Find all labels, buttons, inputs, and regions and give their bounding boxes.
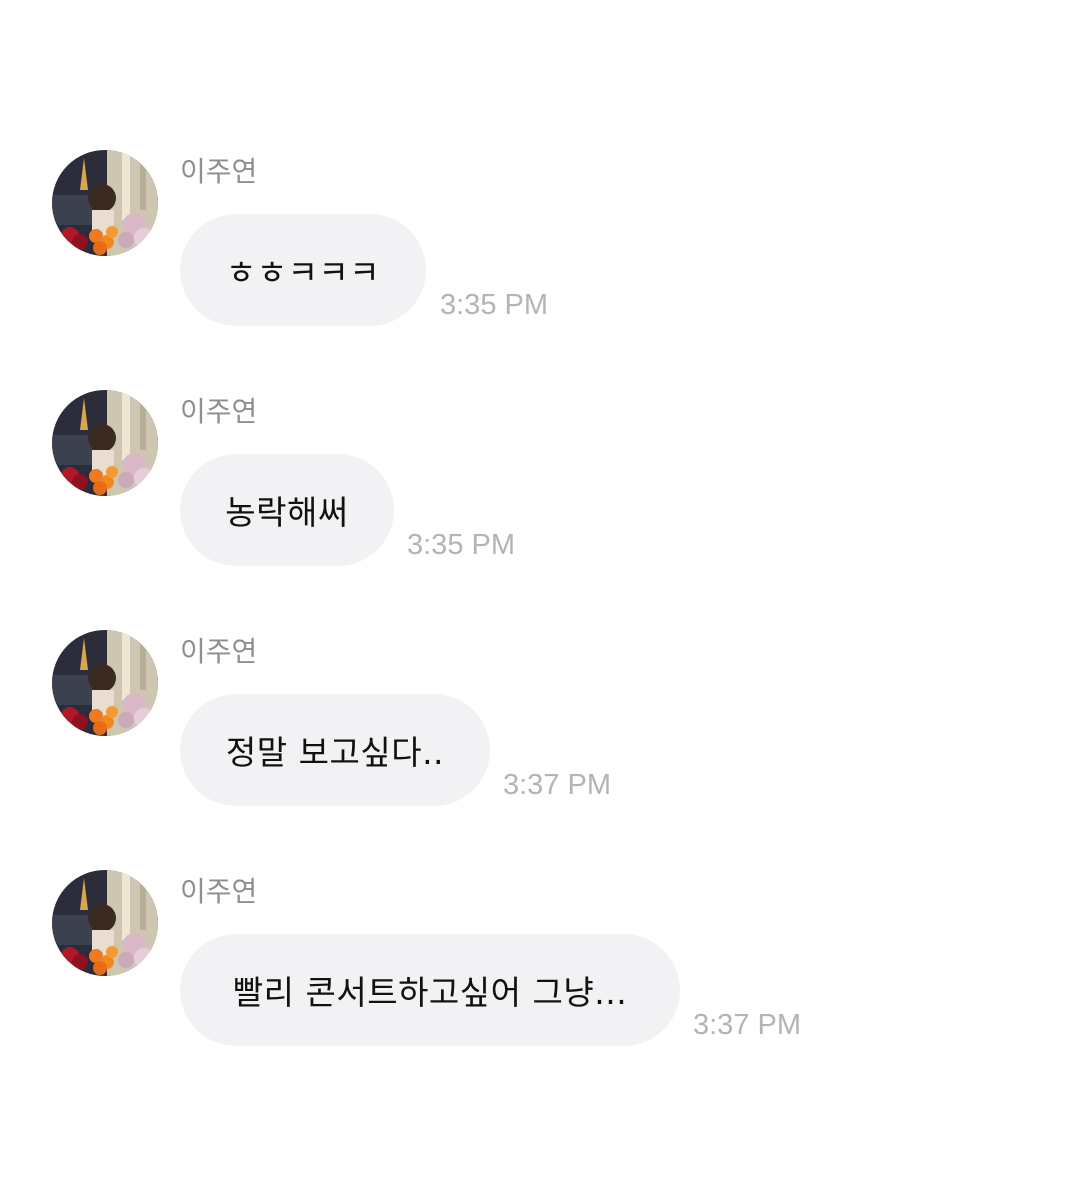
message-timestamp: 3:37 PM (693, 1009, 801, 1041)
message-timestamp: 3:37 PM (503, 769, 611, 801)
avatar-photo-icon (52, 390, 158, 496)
sender-name: 이주연 (180, 875, 258, 908)
chat-message: 이주연 ㅎㅎㅋㅋㅋ 3:35 PM (0, 150, 1067, 340)
message-timestamp: 3:35 PM (440, 289, 548, 321)
sender-name: 이주연 (180, 635, 258, 668)
message-bubble[interactable]: 정말 보고싶다.. (180, 694, 490, 806)
avatar-photo-icon (52, 630, 158, 736)
chat-message: 이주연 정말 보고싶다.. 3:37 PM (0, 630, 1067, 820)
sender-name: 이주연 (180, 395, 258, 428)
sender-avatar[interactable] (52, 390, 158, 496)
sender-avatar[interactable] (52, 630, 158, 736)
message-text: 농락해써 (225, 493, 349, 532)
message-text: 정말 보고싶다.. (225, 733, 445, 772)
message-bubble[interactable]: ㅎㅎㅋㅋㅋ (180, 214, 426, 326)
chat-message: 이주연 농락해써 3:35 PM (0, 390, 1067, 580)
message-timestamp: 3:35 PM (407, 529, 515, 561)
sender-avatar[interactable] (52, 870, 158, 976)
avatar-photo-icon (52, 150, 158, 256)
chat-message: 이주연 빨리 콘서트하고싶어 그냥... 3:37 PM (0, 870, 1067, 1060)
avatar-photo-icon (52, 870, 158, 976)
message-text: ㅎㅎㅋㅋㅋ (225, 253, 381, 292)
sender-avatar[interactable] (52, 150, 158, 256)
message-bubble[interactable]: 농락해써 (180, 454, 394, 566)
message-text: 빨리 콘서트하고싶어 그냥... (232, 973, 628, 1012)
message-bubble[interactable]: 빨리 콘서트하고싶어 그냥... (180, 934, 680, 1046)
sender-name: 이주연 (180, 155, 258, 188)
